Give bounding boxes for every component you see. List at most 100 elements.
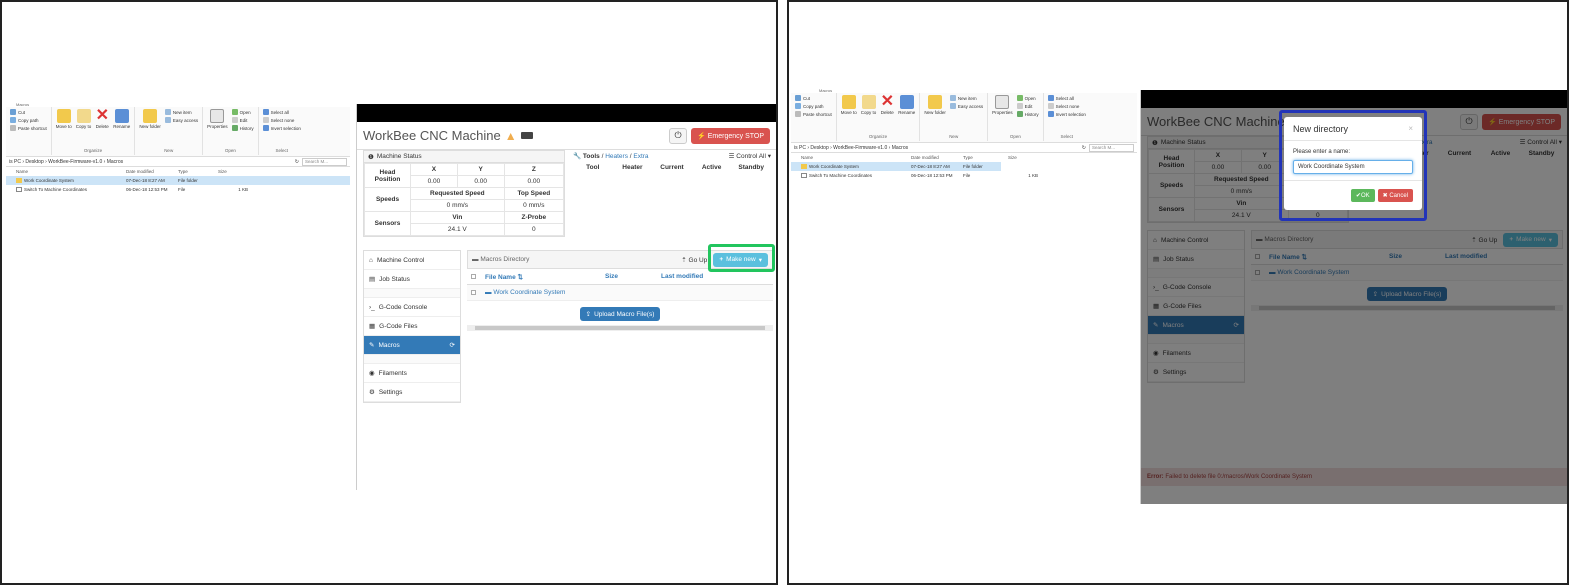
invert-selection-icon (262, 125, 269, 131)
column-size[interactable]: Size (218, 169, 248, 174)
delete-x-icon: ✕ (95, 107, 109, 124)
sidebar-item-machine-control[interactable]: ⌂Machine Control (364, 251, 460, 270)
refresh-icon[interactable]: ↻ (295, 159, 299, 165)
invert-selection-button[interactable]: Invert selection (1047, 111, 1086, 117)
rename-button[interactable]: Rename (113, 109, 130, 129)
sidebar-nav: ⌂Machine Control ▤Job Status ›_G-Code Co… (363, 250, 461, 403)
filament-icon: ◉ (369, 370, 375, 377)
copy-to-button[interactable]: Copy to (76, 109, 91, 129)
column-size[interactable]: Size (605, 273, 661, 280)
info-icon: ❶ (368, 153, 374, 161)
upload-macro-button[interactable]: ⇪ Upload Macro File(s) (579, 307, 661, 321)
history-button[interactable]: History (231, 125, 254, 131)
new-item-button[interactable]: New item (949, 95, 983, 101)
easy-access-button[interactable]: Easy access (949, 103, 983, 109)
new-item-button[interactable]: New item (164, 109, 198, 115)
sidebar-item-settings[interactable]: ⚙Settings (364, 383, 460, 402)
edit-icon (231, 117, 238, 123)
select-group: Select all Select none Invert selection … (1044, 93, 1090, 141)
column-size[interactable]: Size (1008, 155, 1038, 160)
edit-button[interactable]: Edit (231, 117, 254, 123)
properties-button[interactable]: Properties (207, 109, 228, 129)
select-none-button[interactable]: Select none (1047, 103, 1086, 109)
column-name[interactable]: Name (16, 169, 126, 174)
delete-button[interactable]: ✕ Delete (95, 107, 109, 130)
edit-button[interactable]: Edit (1016, 103, 1039, 109)
move-to-button[interactable]: Move to (841, 95, 857, 115)
properties-button[interactable]: Properties (992, 95, 1013, 115)
folder-copy-icon (76, 109, 91, 123)
easy-access-button[interactable]: Easy access (164, 117, 198, 123)
refresh-icon[interactable]: ↻ (1082, 145, 1086, 151)
horizontal-scrollbar[interactable] (467, 325, 773, 331)
app-header: WorkBee CNC Machine▲ ⏻ ⚡ Emergency STOP (357, 122, 776, 150)
go-up-button[interactable]: ⇡ Go Up (681, 256, 707, 264)
sidebar-item-macros[interactable]: ✎Macros⟳ (364, 336, 460, 355)
select-none-icon (262, 117, 269, 123)
open-button[interactable]: Open (1016, 95, 1039, 101)
column-date[interactable]: Date modified (126, 169, 178, 174)
file-row[interactable]: Work Coordinate System 07-Dec-18 8:27 AM… (791, 162, 1001, 171)
app-title: WorkBee CNC Machine (363, 128, 501, 143)
select-none-button[interactable]: Select none (262, 117, 301, 123)
row-checkbox[interactable] (471, 290, 476, 295)
browser-top-bar (357, 104, 776, 122)
new-group: New folder New item Easy access New (920, 93, 989, 141)
emergency-stop-button[interactable]: ⚡ Emergency STOP (691, 127, 770, 144)
table-row[interactable]: ▬ Work Coordinate System (467, 285, 773, 301)
sidebar-item-gcode-files[interactable]: ▦G-Code Files (364, 317, 460, 336)
properties-check-icon (210, 109, 225, 123)
search-input[interactable]: Search M... (302, 157, 347, 166)
folder-arrow-icon (56, 109, 71, 123)
file-row[interactable]: Switch To Machine Coordinates 06-Dec-18 … (6, 185, 350, 194)
column-type[interactable]: Type (178, 169, 218, 174)
column-date[interactable]: Date modified (911, 155, 963, 160)
open-button[interactable]: Open (231, 109, 254, 115)
select-all-checkbox[interactable] (471, 274, 476, 279)
cut-button[interactable]: Cut (10, 109, 47, 115)
copy-path-button[interactable]: Copy path (10, 117, 47, 123)
column-name[interactable]: Name (801, 155, 911, 160)
file-row[interactable]: Work Coordinate System 07-Dec-18 8:27 AM… (6, 176, 350, 185)
file-row[interactable]: Switch To Machine Coordinates 06-Dec-18 … (791, 171, 1137, 180)
column-file-name[interactable]: File Name ⇅ (485, 273, 605, 281)
tab-heaters[interactable]: Heaters (605, 153, 628, 160)
cut-button[interactable]: Cut (795, 95, 832, 101)
speeds-label: Speeds (364, 187, 411, 212)
sidebar-item-filaments[interactable]: ◉Filaments (364, 364, 460, 383)
new-folder-button[interactable]: New folder (139, 109, 161, 129)
sidebar-item-gcode-console[interactable]: ›_G-Code Console (364, 298, 460, 317)
copy-path-button[interactable]: Copy path (795, 103, 832, 109)
status-table: Head PositionXYZ 0.000.000.00 SpeedsRequ… (364, 163, 565, 236)
sidebar-item-job-status[interactable]: ▤Job Status (364, 270, 460, 289)
copy-to-button[interactable]: Copy to (861, 95, 876, 115)
move-to-button[interactable]: Move to (56, 109, 72, 129)
x-value: 0.00 (410, 175, 458, 188)
tab-tools[interactable]: Tools (583, 153, 600, 160)
breadcrumb[interactable]: is PC › Desktop › WorkBee-Firmware-v1.0 … (9, 159, 292, 165)
control-all-dropdown[interactable]: ☰ Control All ▾ (729, 152, 771, 160)
select-all-button[interactable]: Select all (1047, 95, 1086, 101)
address-bar: is PC › Desktop › WorkBee-Firmware-v1.0 … (6, 157, 350, 167)
refresh-icon[interactable]: ⟳ (450, 341, 455, 349)
select-all-button[interactable]: Select all (262, 109, 301, 115)
history-icon (231, 125, 238, 131)
history-button[interactable]: History (1016, 111, 1039, 117)
search-input[interactable]: Search M... (1089, 143, 1134, 152)
column-type[interactable]: Type (963, 155, 1008, 160)
paste-shortcut-button[interactable]: Paste shortcut (795, 111, 832, 117)
cnc-web-window: WorkBee CNC Machine▲ ⏻ ⚡ Emergency STOP … (356, 104, 776, 490)
folder-open-icon: ▬ (472, 256, 479, 263)
power-icon[interactable]: ⏻ (669, 127, 688, 144)
machine-status-header: ❶Machine Status (364, 151, 564, 163)
breadcrumb[interactable]: is PC › Desktop › WorkBee-Firmware-v1.0 … (794, 145, 1079, 151)
new-folder-button[interactable]: New folder (924, 95, 946, 115)
tab-extra[interactable]: Extra (633, 153, 648, 160)
make-new-highlight (708, 244, 775, 272)
paste-shortcut-button[interactable]: Paste shortcut (10, 125, 47, 131)
select-all-icon (262, 109, 269, 115)
invert-selection-button[interactable]: Invert selection (262, 125, 301, 131)
delete-button[interactable]: ✕ Delete (880, 94, 894, 116)
column-last-modified[interactable]: Last modified (661, 273, 773, 280)
rename-button[interactable]: Rename (898, 95, 915, 115)
